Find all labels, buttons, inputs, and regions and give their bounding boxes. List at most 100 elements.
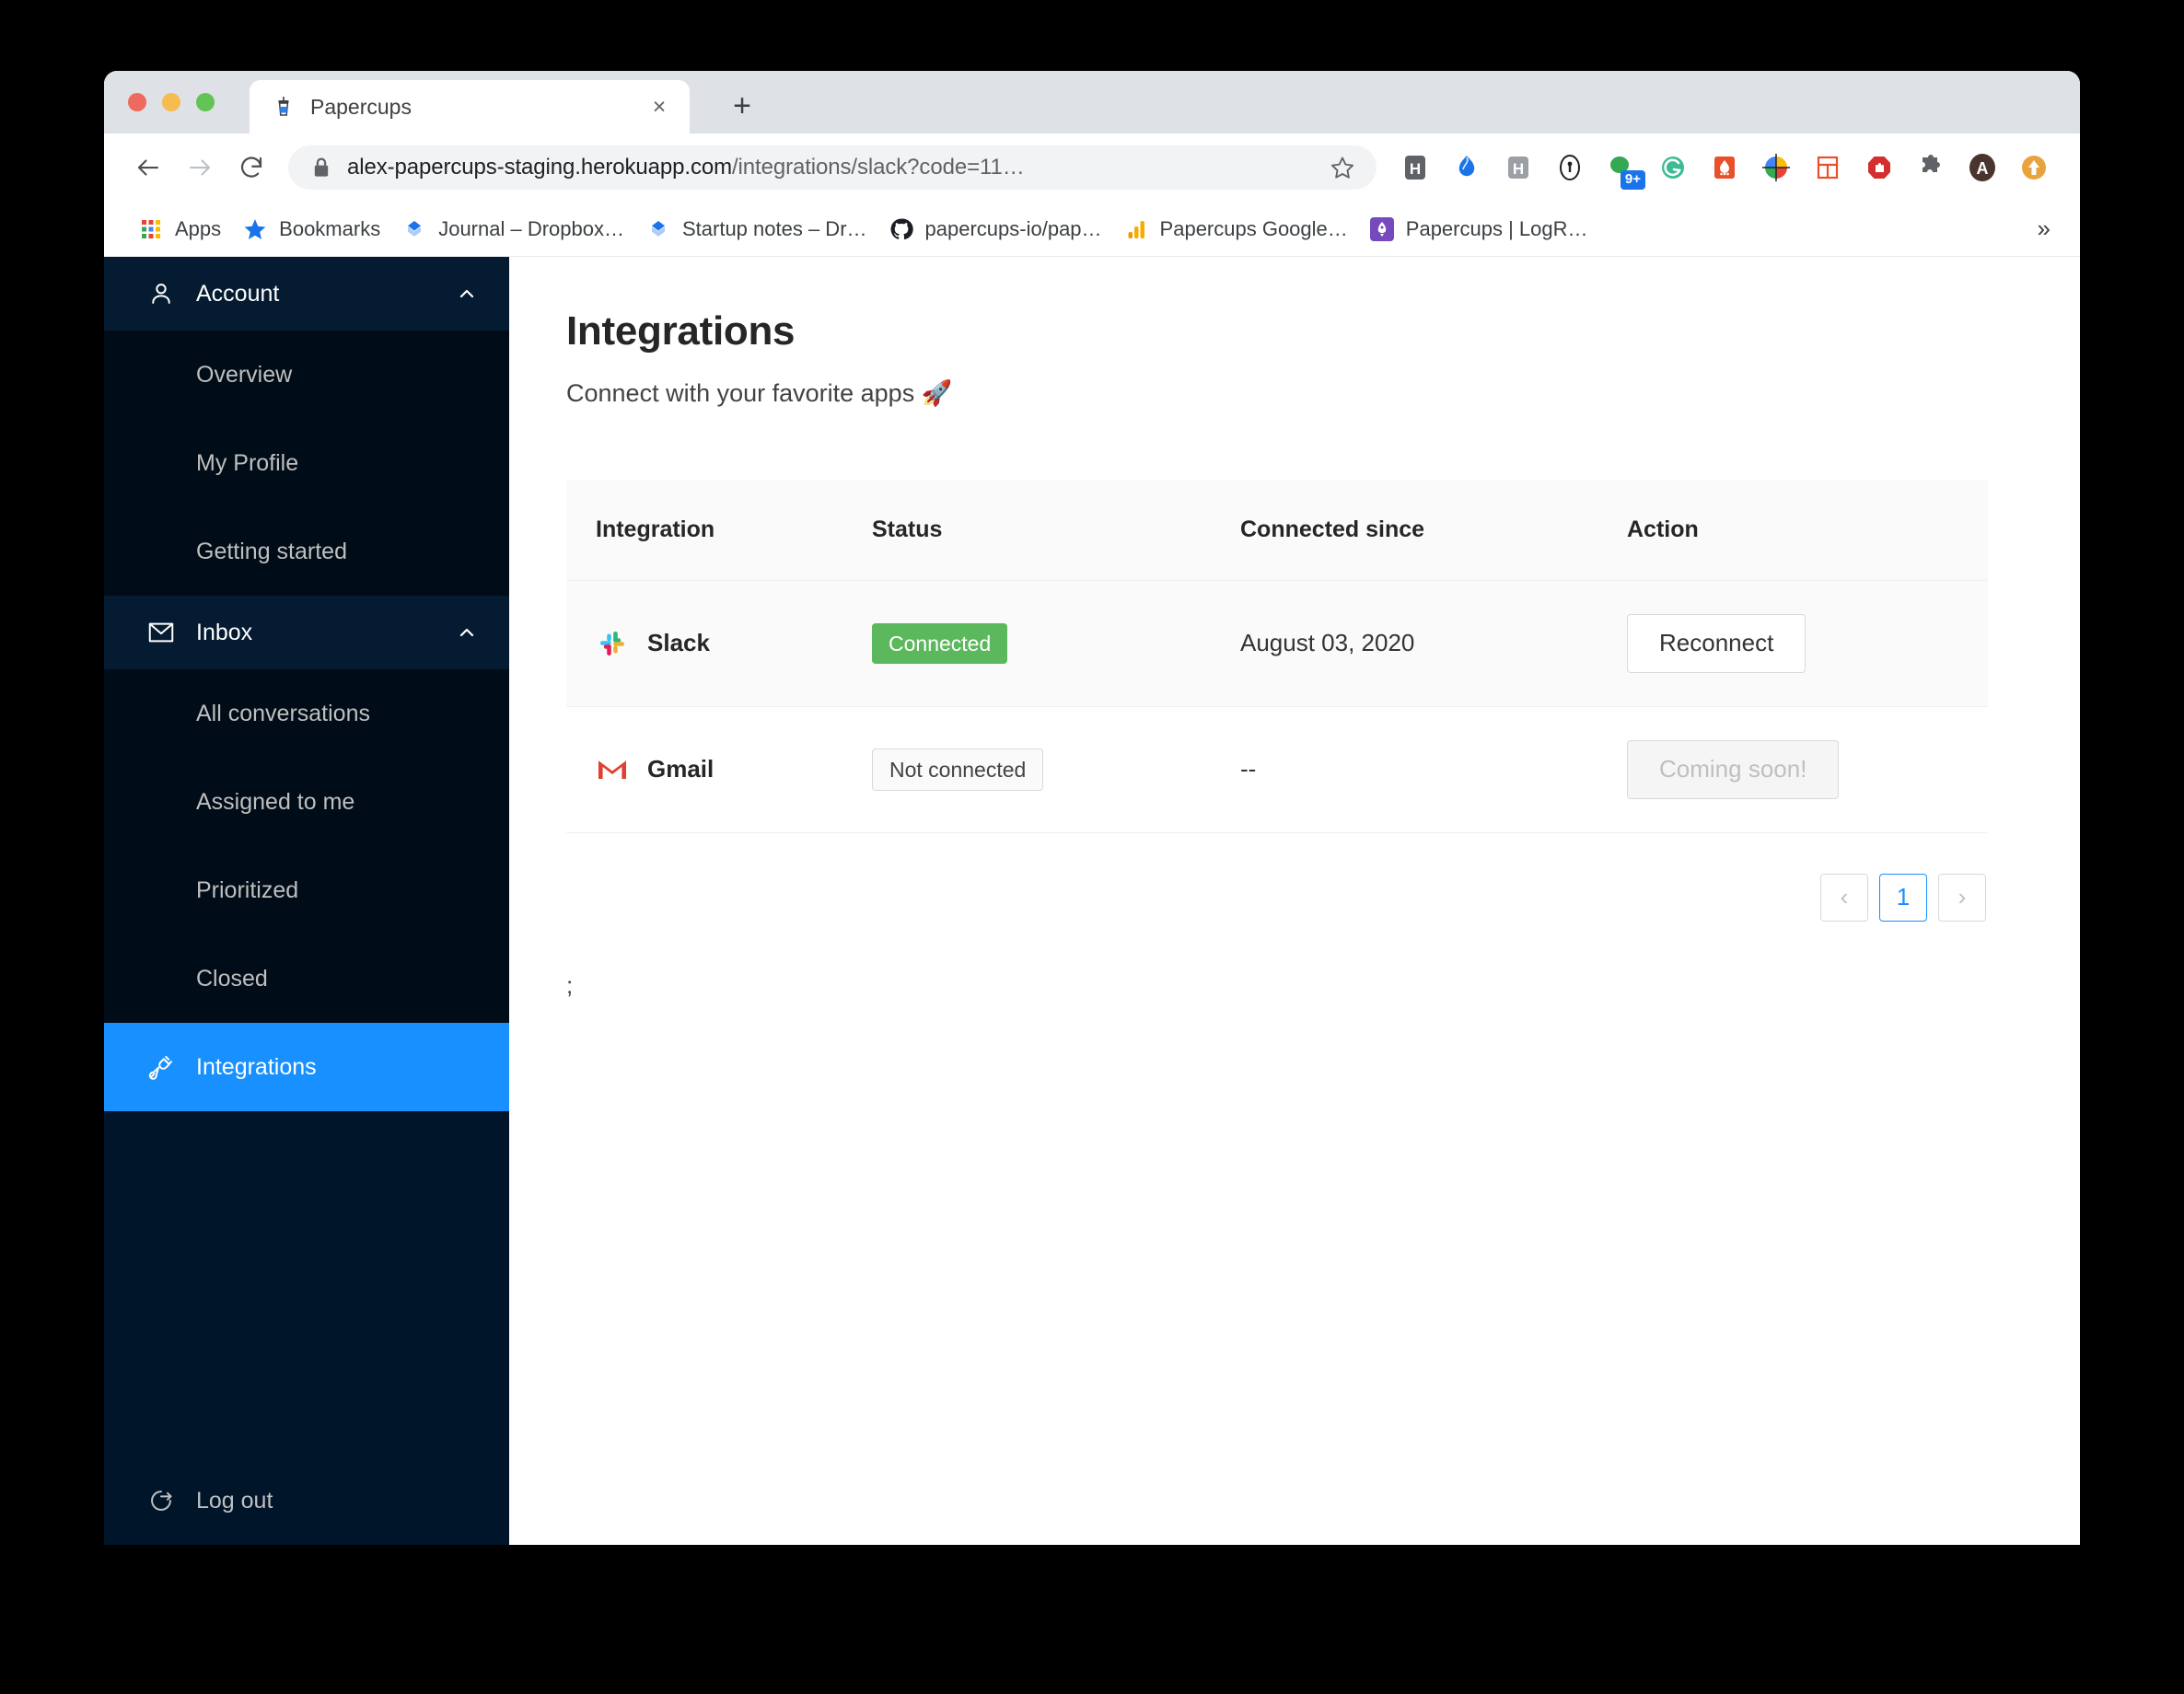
svg-text:H: H <box>1513 160 1524 178</box>
bookmarks-overflow-icon[interactable]: » <box>2028 215 2060 243</box>
address-bar[interactable]: alex-papercups-staging.herokuapp.com/int… <box>288 145 1377 190</box>
cell-connected-since-gmail: -- <box>1211 706 1597 833</box>
url-path: /integrations/slack?code=11… <box>731 155 1025 180</box>
sidebar-item-integrations[interactable]: Integrations <box>104 1023 509 1111</box>
slack-icon <box>596 627 629 660</box>
notification-extension-icon[interactable]: 9+ <box>1596 142 1647 193</box>
extensions-toolbar: H H 9+ A <box>1389 142 2060 193</box>
bookmark-apps[interactable]: Apps <box>128 209 232 249</box>
sidebar-item-my-profile[interactable]: My Profile <box>104 419 509 507</box>
back-icon[interactable] <box>122 142 174 193</box>
grammarly-extension-icon[interactable] <box>1647 142 1699 193</box>
browser-window: Papercups × + alex-papercups-staging.her… <box>104 71 2080 1545</box>
bookmark-label: Papercups | LogR… <box>1405 216 1588 240</box>
dropbox-icon <box>646 217 670 241</box>
bookmark-label: Apps <box>175 216 222 240</box>
minimize-window-button[interactable] <box>162 93 180 111</box>
close-window-button[interactable] <box>128 93 146 111</box>
pagination: ‹ 1 › <box>566 873 1988 922</box>
user-icon <box>148 281 176 307</box>
status-badge: Not connected <box>872 748 1044 792</box>
honey-extension-icon[interactable]: H <box>1389 142 1441 193</box>
envelope-icon <box>148 621 176 644</box>
table-row: Slack Connected August 03, 2020 Reconnec… <box>566 580 1988 707</box>
cell-integration-slack: Slack <box>566 580 842 707</box>
github-icon <box>889 217 913 241</box>
chevron-up-icon[interactable] <box>458 623 476 642</box>
sidebar-item-label: Overview <box>196 361 293 388</box>
hubspot-extension-icon[interactable]: H <box>1493 142 1544 193</box>
pagination-page-1[interactable]: 1 <box>1879 873 1927 922</box>
bookmark-journal-dropbox[interactable]: Journal – Dropbox… <box>391 209 635 249</box>
browser-tab-strip: Papercups × + <box>104 71 2080 133</box>
update-browser-button[interactable] <box>2008 142 2060 193</box>
tab-title: Papercups <box>310 94 412 119</box>
close-icon[interactable]: × <box>645 93 673 121</box>
puzzle-extensions-menu-icon[interactable] <box>1905 142 1957 193</box>
sidebar-item-label: Prioritized <box>196 876 299 903</box>
sidebar-item-assigned-to-me[interactable]: Assigned to me <box>104 758 509 846</box>
sidebar-item-label: Assigned to me <box>196 788 355 815</box>
sidebar-section-label: Account <box>196 280 280 307</box>
reload-icon[interactable] <box>226 142 277 193</box>
bookmark-papercups-github[interactable]: papercups-io/pap… <box>878 209 1113 249</box>
fireshot-extension-icon[interactable] <box>1699 142 1750 193</box>
sidebar-section-account[interactable]: Account <box>104 257 509 331</box>
pagination-next-button[interactable]: › <box>1938 873 1986 922</box>
sidebar-spacer <box>104 1111 509 1456</box>
logout-icon <box>148 1488 176 1514</box>
onepassword-extension-icon[interactable] <box>1544 142 1596 193</box>
bookmark-bookmarks[interactable]: Bookmarks <box>232 209 391 249</box>
grammarly-pin-extension-icon[interactable] <box>1441 142 1493 193</box>
pagination-prev-button[interactable]: ‹ <box>1820 873 1868 922</box>
bookmark-label: papercups-io/pap… <box>924 216 1102 240</box>
bookmark-star-icon[interactable] <box>1325 155 1360 180</box>
svg-text:H: H <box>1410 160 1421 178</box>
reconnect-button[interactable]: Reconnect <box>1627 614 1806 673</box>
bookmark-papercups-logrocket[interactable]: Papercups | LogR… <box>1359 209 1599 249</box>
sidebar-section-label: Inbox <box>196 619 253 645</box>
sidebar-item-label: All conversations <box>196 700 370 726</box>
url-host: alex-papercups-staging.herokuapp.com <box>347 155 732 180</box>
svg-text:A: A <box>1977 159 1989 178</box>
sidebar-item-label: Closed <box>196 965 268 992</box>
sidebar-item-label: Getting started <box>196 538 347 564</box>
stray-text: ; <box>566 970 574 999</box>
sidebar-item-label: Integrations <box>196 1053 317 1080</box>
sidebar-item-closed[interactable]: Closed <box>104 934 509 1023</box>
bookmark-papercups-google-analytics[interactable]: Papercups Google… <box>1113 209 1359 249</box>
logrocket-icon <box>1369 216 1394 241</box>
sidebar-item-all-conversations[interactable]: All conversations <box>104 669 509 758</box>
integration-name: Slack <box>647 629 710 657</box>
forward-icon[interactable] <box>174 142 226 193</box>
profile-avatar[interactable]: A <box>1957 142 2008 193</box>
sidebar-item-prioritized[interactable]: Prioritized <box>104 846 509 934</box>
new-tab-button[interactable]: + <box>723 87 761 125</box>
chevron-up-icon[interactable] <box>458 284 476 303</box>
papercup-icon <box>272 95 296 119</box>
bookmark-label: Papercups Google… <box>1159 216 1348 240</box>
browser-tab[interactable]: Papercups × <box>250 80 690 133</box>
sidebar-section-inbox[interactable]: Inbox <box>104 596 509 669</box>
window-resizer-extension-icon[interactable] <box>1802 142 1853 193</box>
table-body: Slack Connected August 03, 2020 Reconnec… <box>566 580 1988 833</box>
bookmark-label: Startup notes – Dr… <box>681 216 867 240</box>
column-header-connected-since: Connected since <box>1211 480 1597 581</box>
plug-api-icon <box>148 1054 176 1080</box>
sidebar-item-logout[interactable]: Log out <box>104 1456 509 1545</box>
star-icon <box>243 217 267 241</box>
column-header-status: Status <box>842 480 1211 581</box>
url-text: alex-papercups-staging.herokuapp.com/int… <box>347 155 1325 180</box>
maximize-window-button[interactable] <box>196 93 215 111</box>
colorpicker-extension-icon[interactable] <box>1750 142 1802 193</box>
column-header-action: Action <box>1597 480 1988 581</box>
sidebar-item-getting-started[interactable]: Getting started <box>104 507 509 596</box>
sidebar-item-label: Log out <box>196 1487 273 1514</box>
bookmark-label: Bookmarks <box>279 216 381 240</box>
apps-grid-icon <box>139 217 163 241</box>
cell-connected-since-slack: August 03, 2020 <box>1211 580 1597 707</box>
sidebar-item-overview[interactable]: Overview <box>104 331 509 419</box>
adblock-extension-icon[interactable] <box>1853 142 1905 193</box>
table-header: Integration Status Connected since Actio… <box>566 480 1988 581</box>
bookmark-startup-notes[interactable]: Startup notes – Dr… <box>635 209 878 249</box>
